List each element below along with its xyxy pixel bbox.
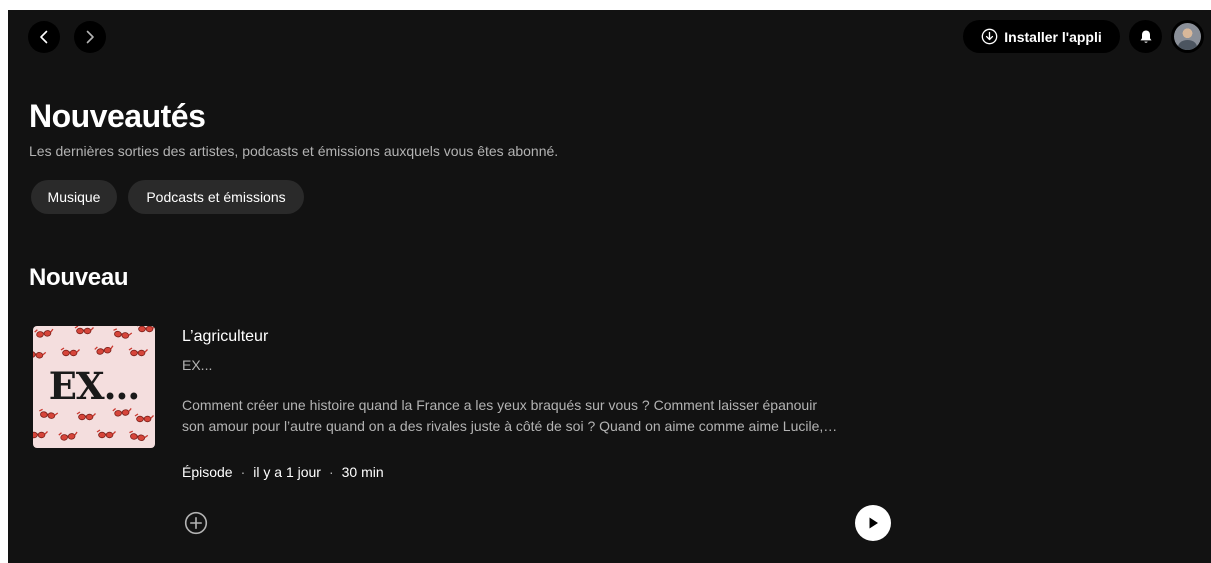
episode-cover-text: EX... [48, 364, 141, 408]
episode-description: Comment créer une histoire quand la Fran… [182, 395, 902, 437]
episode-date: il y a 1 jour [253, 464, 321, 480]
add-circle-icon [184, 511, 208, 535]
install-app-label: Installer l'appli [1004, 28, 1102, 45]
download-circle-icon [981, 28, 998, 45]
play-button[interactable] [855, 505, 891, 541]
forward-button[interactable] [74, 21, 106, 53]
episode-show-name[interactable]: EX... [182, 357, 212, 373]
add-to-library-button[interactable] [183, 510, 209, 536]
episode-type: Épisode [182, 464, 233, 480]
notifications-button[interactable] [1129, 20, 1162, 53]
filter-chip-podcasts[interactable]: Podcasts et émissions [128, 180, 304, 214]
page-title: Nouveautés [29, 98, 206, 134]
chevron-right-icon [86, 30, 94, 44]
episode-description-line-2: son amour pour l’autre quand on a des ri… [182, 418, 838, 434]
episode-duration: 30 min [341, 464, 384, 480]
episode-meta: Épisode · il y a 1 jour · 30 min [182, 464, 384, 480]
bell-icon [1140, 30, 1151, 43]
back-button[interactable] [28, 21, 60, 53]
chevron-left-icon [40, 30, 48, 44]
app-frame: Installer l'appli Nouveautés Les dernièr… [8, 10, 1211, 563]
install-app-button[interactable]: Installer l'appli [963, 20, 1120, 53]
episode-title[interactable]: L’agriculteur [182, 328, 268, 346]
meta-separator: · [240, 464, 246, 480]
avatar-image [1174, 23, 1201, 50]
play-icon [869, 517, 878, 529]
meta-separator: · [328, 464, 334, 480]
filter-chip-music[interactable]: Musique [31, 180, 117, 214]
episode-description-line-1: Comment créer une histoire quand la Fran… [182, 397, 817, 413]
page-subtitle: Les dernières sorties des artistes, podc… [29, 143, 559, 159]
section-title: Nouveau [29, 264, 129, 291]
user-avatar[interactable] [1171, 20, 1204, 53]
episode-cover[interactable]: EX... [33, 326, 155, 448]
